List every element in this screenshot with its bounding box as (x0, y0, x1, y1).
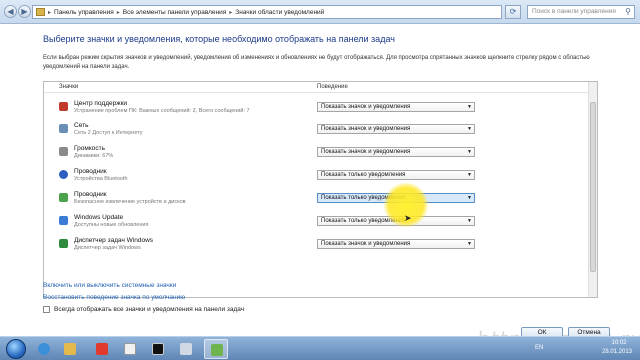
flag-icon (59, 102, 68, 111)
page-description: Если выбран режим скрытия значков и увед… (43, 55, 590, 70)
clock-time[interactable]: 10:02 (605, 340, 633, 346)
start-button[interactable] (6, 339, 26, 359)
dropdown-arrow-icon: ▼ (467, 218, 472, 224)
behavior-value: Показать значок и уведомления (321, 149, 411, 155)
behavior-value: Показать значок и уведомления (321, 241, 411, 247)
safely-remove-icon (59, 193, 68, 202)
column-header-behavior: Поведение (317, 84, 348, 90)
task-manager-icon (59, 239, 68, 248)
forward-button[interactable]: ▶ (18, 5, 31, 18)
row-name: Windows Update (74, 214, 124, 221)
row-subtitle: Доступны новые обновления (74, 222, 149, 228)
page-title: Выберите значки и уведомления, которые н… (43, 34, 395, 44)
header-divider (44, 92, 589, 93)
chevron-right-icon: ▸ (48, 9, 52, 16)
back-button[interactable]: ◀ (4, 5, 17, 18)
internet-explorer-icon (38, 343, 50, 355)
table-row: Windows Update Доступны новые обновления… (59, 214, 579, 234)
network-icon (59, 124, 68, 133)
row-subtitle: Устранение проблем ПК: Важных сообщений:… (74, 108, 250, 114)
row-name: Диспетчер задач Windows (74, 237, 154, 244)
row-name: Центр поддержки (74, 100, 128, 107)
taskbar-ie[interactable] (32, 339, 56, 359)
breadcrumb-control-panel[interactable]: Панель управления (54, 9, 114, 16)
row-subtitle: Безопасное извлечение устройств и дисков (74, 199, 186, 205)
dropdown-arrow-icon: ▼ (467, 104, 472, 110)
taskbar-cmd[interactable] (146, 339, 170, 359)
taskbar-document[interactable] (118, 339, 142, 359)
control-panel-icon (36, 8, 45, 16)
row-subtitle: Устройства Bluetooth (74, 176, 128, 182)
speaker-icon (59, 147, 68, 156)
control-panel-icon (211, 344, 223, 356)
bluetooth-icon (59, 170, 68, 179)
system-icons-link[interactable]: Включить или выключить системные значки (43, 282, 176, 289)
refresh-button[interactable]: ⟳ (505, 5, 521, 19)
breadcrumb-notification-icons[interactable]: Значки области уведомлений (235, 9, 324, 16)
taskbar-control-panel[interactable] (204, 339, 228, 359)
chevron-right-icon: ▸ (116, 9, 120, 16)
behavior-select[interactable]: Показать значок и уведомления ▼ (317, 124, 475, 134)
search-placeholder: Поиск в панели управления (532, 8, 616, 15)
search-icon: ⚲ (625, 7, 631, 16)
language-indicator[interactable]: EN (535, 345, 543, 351)
dropdown-arrow-icon: ▼ (467, 241, 472, 247)
behavior-select[interactable]: Показать значок и уведомления ▼ (317, 102, 475, 112)
table-row: Проводник Безопасное извлечение устройст… (59, 191, 579, 211)
chevron-right-icon: ▸ (229, 9, 233, 16)
address-bar[interactable]: ▸ Панель управления ▸ Все элементы панел… (32, 5, 502, 19)
behavior-select[interactable]: Показать значок и уведомления ▼ (317, 239, 475, 249)
row-name: Проводник (74, 168, 107, 175)
breadcrumb-all-items[interactable]: Все элементы панели управления (123, 9, 227, 16)
search-input[interactable]: Поиск в панели управления ⚲ (527, 5, 635, 19)
table-row: Громкость Динамики: 67% Показать значок … (59, 145, 579, 165)
windows-update-icon (59, 216, 68, 225)
notification-icons-table: Значки Поведение Центр поддержки Устране… (43, 81, 598, 298)
yandex-browser-icon (96, 343, 108, 355)
row-name: Громкость (74, 145, 105, 152)
always-show-checkbox[interactable] (43, 306, 50, 313)
taskbar-explorer[interactable] (58, 339, 82, 359)
column-header-icons: Значки (59, 84, 79, 90)
behavior-select[interactable]: Показать только уведомления ▼ (317, 170, 475, 180)
table-row: Центр поддержки Устранение проблем ПК: В… (59, 100, 579, 120)
dropdown-arrow-icon: ▼ (467, 126, 472, 132)
mouse-cursor-icon: ➤ (404, 213, 412, 223)
command-prompt-icon (152, 343, 164, 355)
row-subtitle: Динамики: 67% (74, 153, 114, 159)
folder-icon (64, 343, 76, 355)
document-icon (124, 343, 136, 355)
system-tray: EN 10:02 28.01.2013 (535, 337, 640, 360)
table-scrollbar[interactable] (588, 82, 597, 297)
row-name: Проводник (74, 191, 107, 198)
taskbar-yandex[interactable] (90, 339, 114, 359)
restore-defaults-link[interactable]: Восстановить поведение значка по умолчан… (43, 294, 185, 301)
behavior-value: Показать только уведомления (321, 172, 406, 178)
main-content: Выберите значки и уведомления, которые н… (0, 24, 640, 351)
taskbar-app[interactable] (174, 339, 198, 359)
behavior-select[interactable]: Показать значок и уведомления ▼ (317, 147, 475, 157)
table-row: Сеть Сеть 2 Доступ к Интернету Показать … (59, 122, 579, 142)
table-row: Диспетчер задач Windows Диспетчер задач … (59, 237, 579, 257)
dropdown-arrow-icon: ▼ (467, 195, 472, 201)
always-show-label: Всегда отображать все значки и уведомлен… (54, 306, 245, 313)
row-subtitle: Диспетчер задач Windows (74, 245, 141, 251)
always-show-row: Всегда отображать все значки и уведомлен… (43, 306, 244, 313)
dropdown-arrow-icon: ▼ (467, 172, 472, 178)
table-row: Проводник Устройства Bluetooth Показать … (59, 168, 579, 188)
row-name: Сеть (74, 122, 89, 129)
address-toolbar: ◀ ▶ ▸ Панель управления ▸ Все элементы п… (0, 0, 640, 24)
dropdown-arrow-icon: ▼ (467, 149, 472, 155)
taskbar: EN 10:02 28.01.2013 (0, 336, 640, 360)
row-subtitle: Сеть 2 Доступ к Интернету (74, 130, 143, 136)
scrollbar-thumb[interactable] (590, 102, 596, 272)
clock-date[interactable]: 28.01.2013 (598, 349, 636, 355)
behavior-value: Показать значок и уведомления (321, 104, 411, 110)
app-icon (180, 343, 192, 355)
behavior-value: Показать значок и уведомления (321, 126, 411, 132)
